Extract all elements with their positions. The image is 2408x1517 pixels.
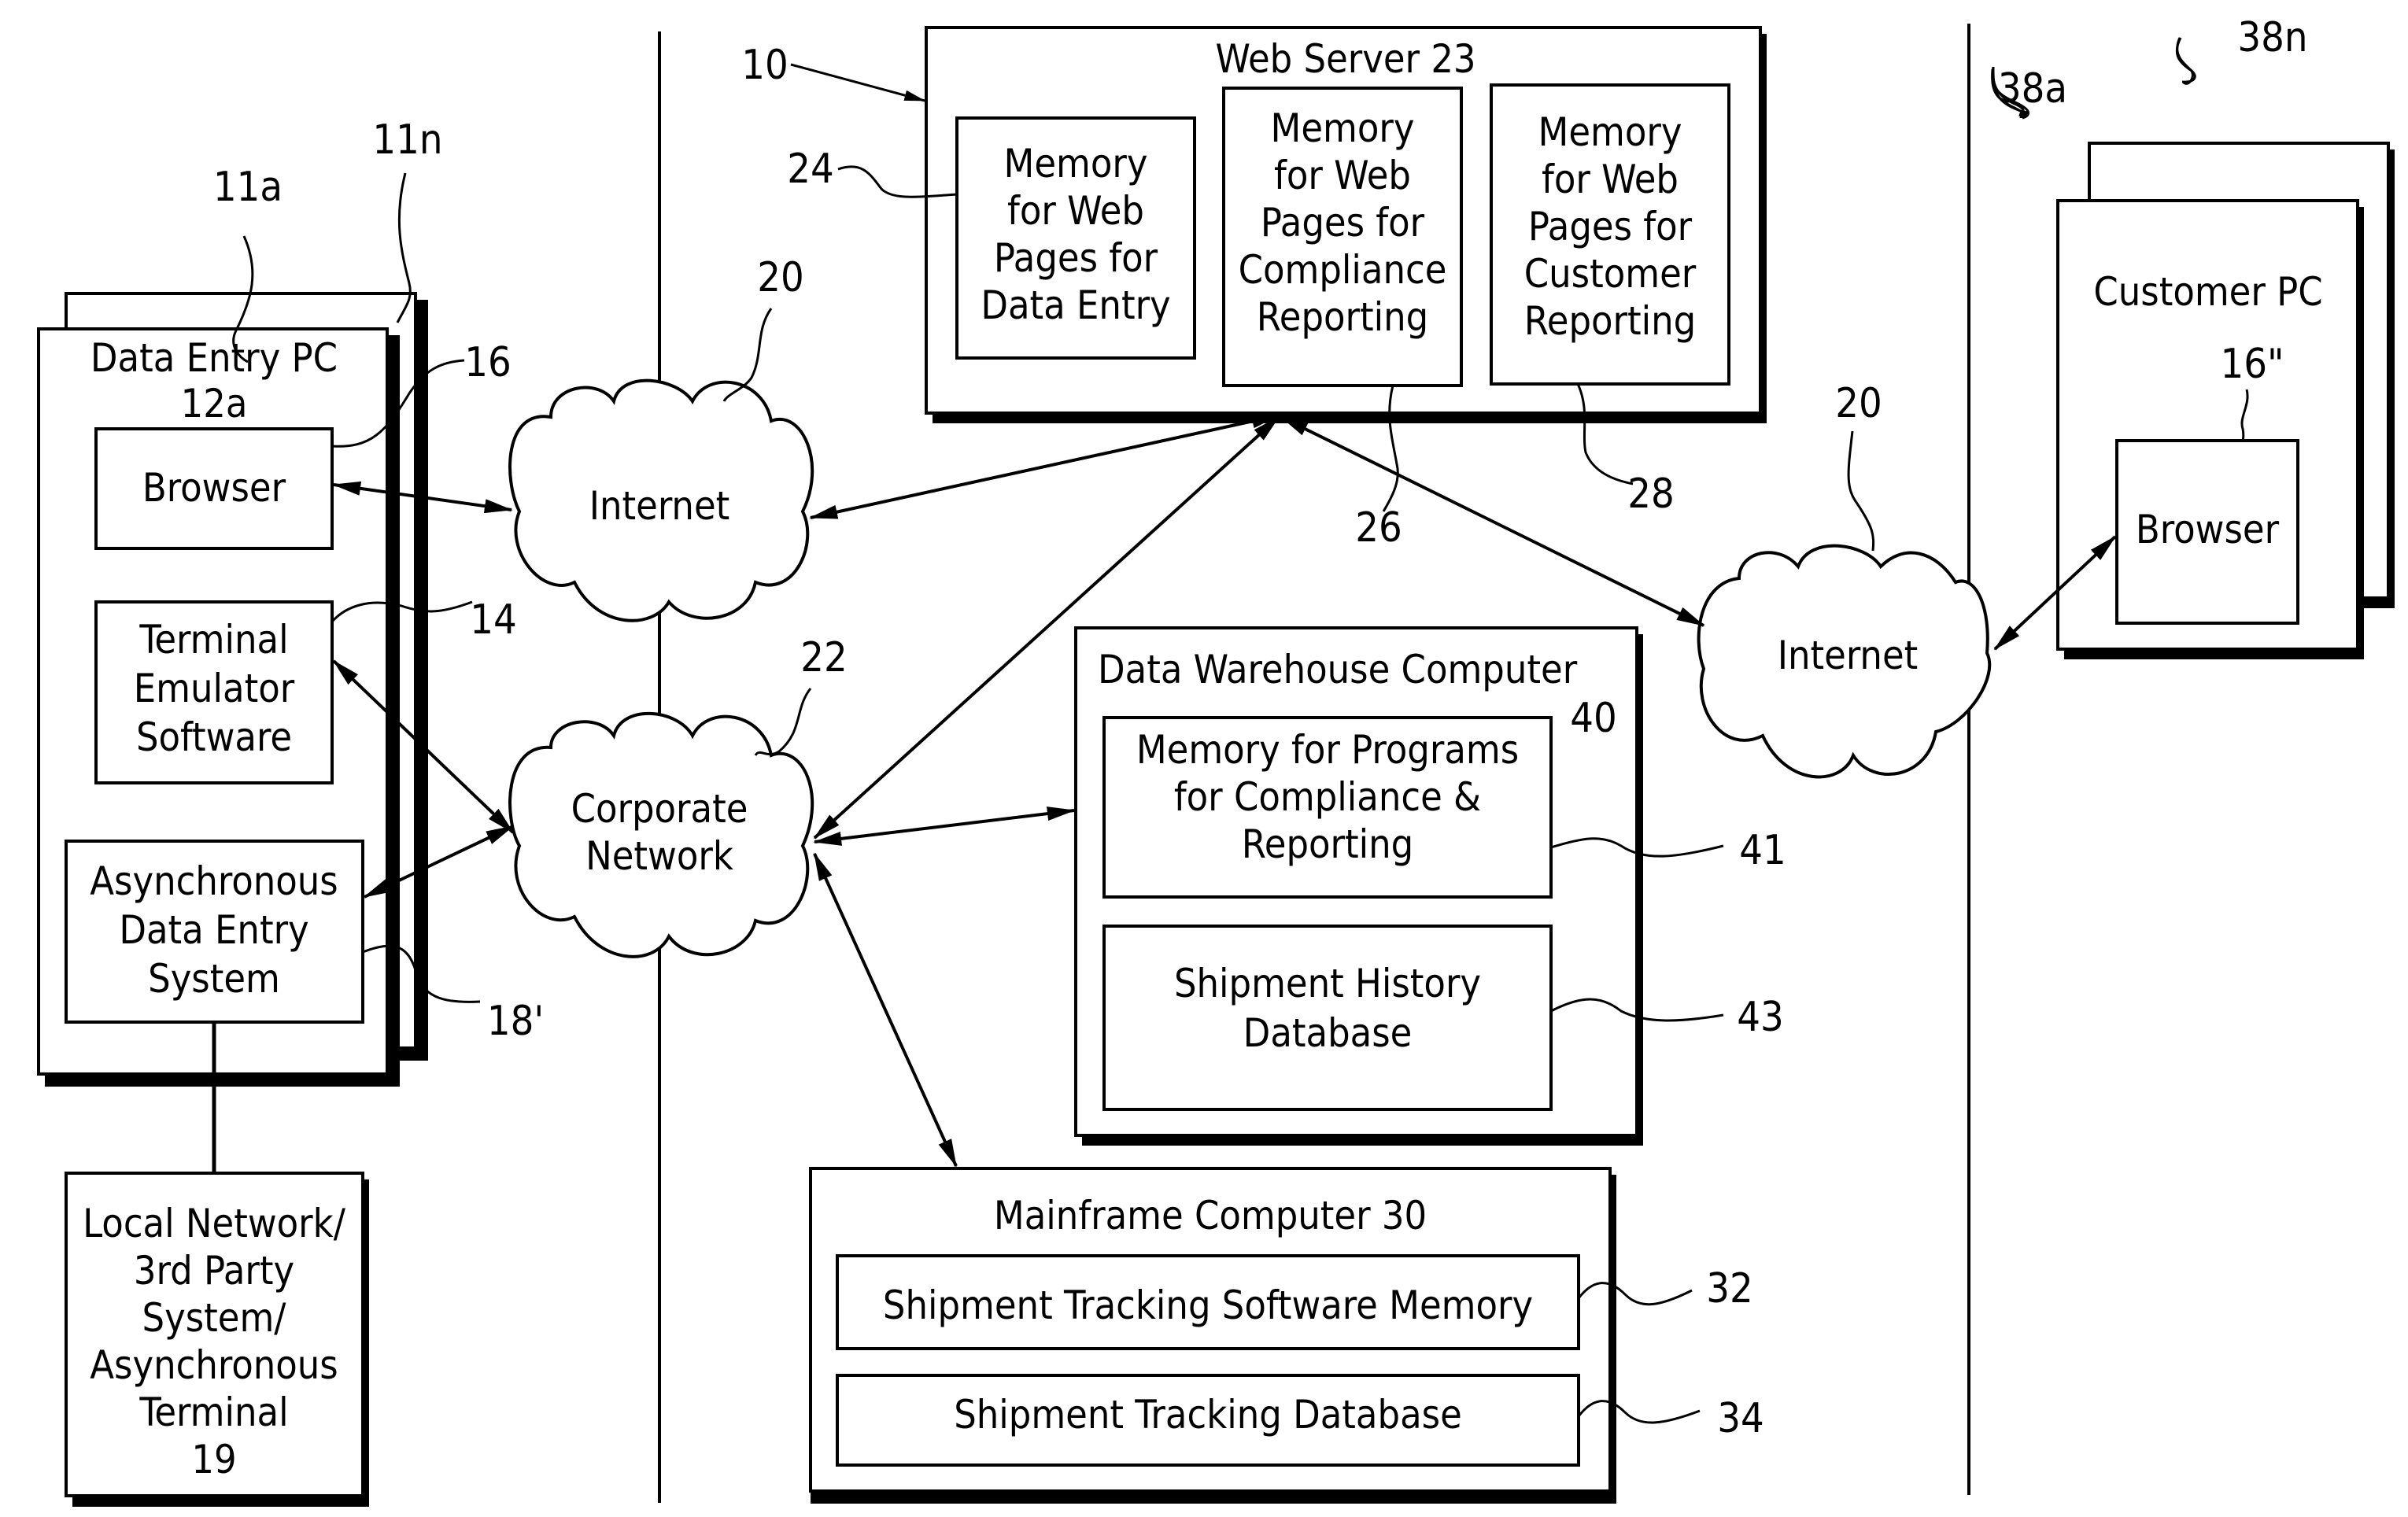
async-line-1: Asynchronous bbox=[90, 858, 338, 904]
data-entry-pc-title: Data Entry PC bbox=[90, 335, 338, 381]
wm3-line-1: Memory bbox=[1538, 109, 1682, 155]
pm-line-3: Reporting bbox=[1242, 821, 1413, 867]
pm-line-1: Memory for Programs bbox=[1136, 727, 1519, 773]
wm2-line-1: Memory bbox=[1271, 105, 1415, 151]
ref-34: 34 bbox=[1717, 1395, 1764, 1442]
ref-14: 14 bbox=[470, 596, 517, 644]
internet-left-label: Internet bbox=[589, 483, 730, 529]
wm1-line-2: for Web bbox=[1007, 188, 1144, 234]
customer-browser-label: Browser bbox=[2136, 507, 2280, 552]
web-memory-data-entry: Memory for Web Pages for Data Entry bbox=[955, 116, 1196, 360]
wm1-line-4: Data Entry bbox=[981, 282, 1170, 328]
ref-41: 41 bbox=[1739, 827, 1786, 874]
ref-20-left: 20 bbox=[757, 254, 804, 301]
web-server-title: Web Server 23 bbox=[1215, 36, 1475, 82]
mainframe-title: Mainframe Computer 30 bbox=[994, 1193, 1427, 1238]
terminal-line-1: Terminal bbox=[138, 617, 288, 663]
customer-pc-title: Customer PC bbox=[2093, 269, 2322, 315]
corporate-network-cloud: Corporate Network bbox=[508, 711, 814, 958]
programs-memory-box: Memory for Programs for Compliance & Rep… bbox=[1102, 716, 1553, 899]
async-line-3: System bbox=[148, 956, 280, 1002]
wm1-line-1: Memory bbox=[1004, 141, 1148, 186]
terminal-line-2: Emulator bbox=[134, 666, 295, 711]
link-corpnet-mainframe bbox=[813, 852, 958, 1168]
wm2-line-4: Compliance bbox=[1239, 247, 1447, 293]
local-line-3: System/ bbox=[142, 1295, 287, 1341]
tdb-label: Shipment Tracking Database bbox=[954, 1392, 1462, 1438]
pm-line-2: for Compliance & bbox=[1174, 774, 1481, 820]
ref-18prime: 18' bbox=[487, 998, 544, 1045]
internet-right-label: Internet bbox=[1778, 633, 1919, 678]
tracking-software-memory-box: Shipment Tracking Software Memory bbox=[836, 1254, 1580, 1350]
shd-line-1: Shipment History bbox=[1174, 961, 1481, 1006]
terminal-emulator-box: Terminal Emulator Software bbox=[94, 600, 334, 784]
shipment-history-db-box: Shipment History Database bbox=[1102, 925, 1553, 1111]
ref-16doubleprime: 16" bbox=[2220, 341, 2284, 388]
ref-32: 32 bbox=[1706, 1265, 1753, 1312]
ref-26: 26 bbox=[1355, 504, 1402, 552]
ref-43: 43 bbox=[1737, 994, 1784, 1041]
ref-22: 22 bbox=[800, 634, 848, 681]
terminal-line-3: Software bbox=[136, 714, 292, 760]
ref-11n: 11n bbox=[372, 116, 442, 164]
wm3-line-5: Reporting bbox=[1524, 298, 1696, 344]
wm2-line-3: Pages for bbox=[1261, 200, 1425, 245]
shd-line-2: Database bbox=[1243, 1010, 1413, 1056]
ref-40: 40 bbox=[1570, 695, 1617, 742]
local-network-terminal-box: Local Network/ 3rd Party System/ Asynchr… bbox=[65, 1172, 369, 1507]
tsm-label: Shipment Tracking Software Memory bbox=[883, 1283, 1533, 1328]
ref-11a: 11a bbox=[213, 164, 283, 211]
tracking-database-box: Shipment Tracking Database bbox=[836, 1374, 1580, 1467]
local-line-5: Terminal bbox=[138, 1390, 288, 1435]
ref-28: 28 bbox=[1627, 471, 1675, 518]
link-corpnet-datawarehouse bbox=[813, 806, 1076, 846]
web-memory-customer-reporting: Memory for Web Pages for Customer Report… bbox=[1490, 83, 1730, 386]
corp-line-1: Corporate bbox=[571, 786, 748, 832]
wm3-line-3: Pages for bbox=[1528, 204, 1693, 249]
wm2-line-2: for Web bbox=[1274, 153, 1411, 198]
link-internet-webserver bbox=[809, 414, 1280, 519]
wm3-line-4: Customer bbox=[1524, 251, 1697, 297]
web-memory-compliance-reporting: Memory for Web Pages for Compliance Repo… bbox=[1222, 87, 1463, 387]
leader-20-right bbox=[1847, 430, 1875, 552]
internet-cloud-right: Internet bbox=[1697, 544, 1992, 779]
ref-10: 10 bbox=[741, 42, 789, 89]
browser-box-left: Browser bbox=[94, 427, 334, 550]
browser-box-right: Browser bbox=[2115, 439, 2299, 625]
internet-cloud-left: Internet bbox=[508, 378, 814, 622]
async-line-2: Data Entry bbox=[119, 907, 308, 953]
wm2-line-5: Reporting bbox=[1257, 294, 1428, 340]
wm1-line-3: Pages for bbox=[994, 235, 1158, 281]
ref-38n: 38n bbox=[2237, 14, 2307, 61]
browser-label: Browser bbox=[142, 465, 286, 511]
local-line-2: 3rd Party bbox=[134, 1248, 294, 1294]
local-line-1: Local Network/ bbox=[83, 1201, 346, 1246]
data-entry-pc-id: 12a bbox=[181, 381, 248, 426]
ref-20-right: 20 bbox=[1835, 380, 1882, 427]
local-line-6: 19 bbox=[191, 1437, 236, 1482]
system-diagram: Data Entry PC 12a Browser Terminal Emula… bbox=[37, 14, 2395, 1507]
leader-10 bbox=[790, 63, 926, 102]
data-warehouse-title: Data Warehouse Computer bbox=[1098, 647, 1578, 692]
ref-24: 24 bbox=[787, 146, 834, 193]
ref-16: 16 bbox=[464, 339, 512, 386]
corp-line-2: Network bbox=[585, 833, 733, 879]
link-webserver-internet-right bbox=[1280, 415, 1705, 627]
async-data-entry-box: Asynchronous Data Entry System bbox=[65, 840, 364, 1024]
wm3-line-2: for Web bbox=[1542, 157, 1679, 202]
local-line-4: Asynchronous bbox=[90, 1342, 338, 1388]
